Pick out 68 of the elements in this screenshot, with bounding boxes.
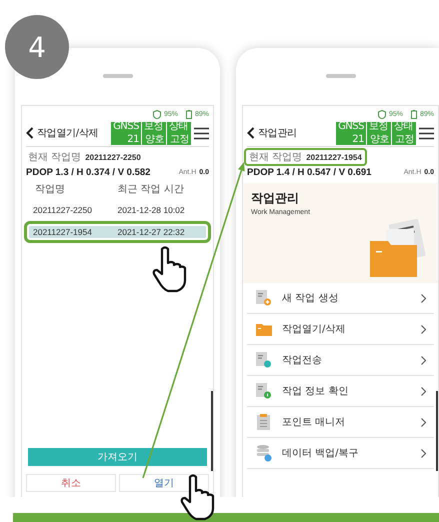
- speaker-slot: [102, 74, 132, 78]
- chevron-right-icon: [421, 386, 426, 396]
- screen-title: 작업열기/삭제: [37, 127, 100, 140]
- pdop-reading: PDOP 1.4 / H 0.547 / V 0.691: [247, 167, 372, 178]
- shield-icon: [378, 110, 386, 118]
- current-job-label: 현재 작업명: [28, 151, 82, 164]
- gnss-label: 상태: [394, 122, 413, 132]
- menu-item[interactable]: 작업열기/삭제: [247, 314, 434, 345]
- document-badge-icon: [255, 351, 272, 369]
- menu-item-label: 작업 정보 확인: [282, 385, 350, 398]
- banner-title: 작업관리: [251, 190, 300, 207]
- menu-item-label: 포인트 매니저: [282, 416, 346, 429]
- back-button[interactable]: [247, 127, 255, 139]
- menu-item[interactable]: 작업 정보 확인: [247, 376, 434, 407]
- menu-button[interactable]: [194, 126, 209, 140]
- chevron-left-icon: [26, 127, 34, 139]
- chevron-left-icon: [247, 127, 255, 139]
- chevron-right-icon: [421, 418, 426, 426]
- shield-icon: [152, 110, 161, 118]
- chevron-right-icon: [421, 356, 426, 364]
- database-icon: [255, 444, 272, 462]
- menu-item[interactable]: 작업전송: [247, 345, 434, 376]
- cancel-button[interactable]: 취소: [26, 474, 116, 492]
- battery-icon: [186, 110, 192, 118]
- current-job-label: 현재 작업명: [249, 151, 302, 164]
- menu-item[interactable]: 포인트 매니저: [247, 407, 434, 438]
- gnss-label: 보정: [369, 122, 388, 132]
- pdop-reading: PDOP 1.3 / H 0.374 / V 0.582: [26, 167, 150, 178]
- column-header: 최근 작업 시간: [118, 183, 185, 196]
- current-job-value: 20211227-2250: [85, 152, 141, 162]
- screen-title: 작업관리: [258, 127, 298, 140]
- menu-button[interactable]: [419, 126, 434, 140]
- table-cell-text: 20211227-1954: [33, 227, 93, 237]
- column-header: 작업명: [35, 183, 66, 196]
- menu-item-label: 작업전송: [282, 354, 323, 367]
- menu-icon: [194, 126, 209, 140]
- chevron-right-icon: [421, 448, 426, 458]
- table-cell-text: 2021-12-28 10:02: [118, 205, 186, 215]
- menu-icon: [419, 126, 434, 140]
- gnss-value: 고정: [395, 134, 414, 144]
- confirm-button[interactable]: 열기: [119, 474, 209, 492]
- table-cell-text: 2021-12-27 22:32: [118, 227, 186, 237]
- table-cell-text: 20211227-2250: [33, 205, 93, 215]
- gnss-value: 21: [127, 134, 139, 144]
- gnss-value: 양호: [145, 134, 164, 144]
- back-button[interactable]: [26, 127, 34, 139]
- table-row[interactable]: 20211227-1954 2021-12-27 22:32: [24, 221, 211, 243]
- menu-item-label: 데이터 백업/복구: [282, 447, 360, 460]
- chevron-right-icon: [421, 324, 426, 334]
- table-row[interactable]: 20211227-2250 2021-12-28 10:02: [24, 199, 211, 221]
- gnss-label: 상태: [169, 122, 188, 132]
- gnss-label: 보정: [144, 122, 163, 132]
- gnss-value: 양호: [370, 134, 389, 144]
- gnss-value: 고정: [170, 134, 189, 144]
- menu-item-label: 작업열기/삭제: [282, 323, 346, 336]
- pointer-hand-icon: [152, 246, 186, 292]
- chevron-right-icon: [421, 294, 426, 302]
- menu-item[interactable]: 새 작업 생성: [247, 283, 434, 314]
- battery-icon: [410, 110, 417, 118]
- menu-item-label: 새 작업 생성: [282, 292, 340, 305]
- menu-item[interactable]: 데이터 백업/복구: [247, 438, 434, 469]
- document-plus-icon: [255, 289, 272, 307]
- document-info-icon: [255, 382, 272, 400]
- clipboard-icon: [255, 413, 272, 431]
- speaker-slot: [326, 74, 356, 78]
- gnss-value: 21: [352, 134, 364, 144]
- current-job-value: 20211227-1954: [306, 152, 362, 162]
- step-number-badge: 4: [5, 15, 69, 79]
